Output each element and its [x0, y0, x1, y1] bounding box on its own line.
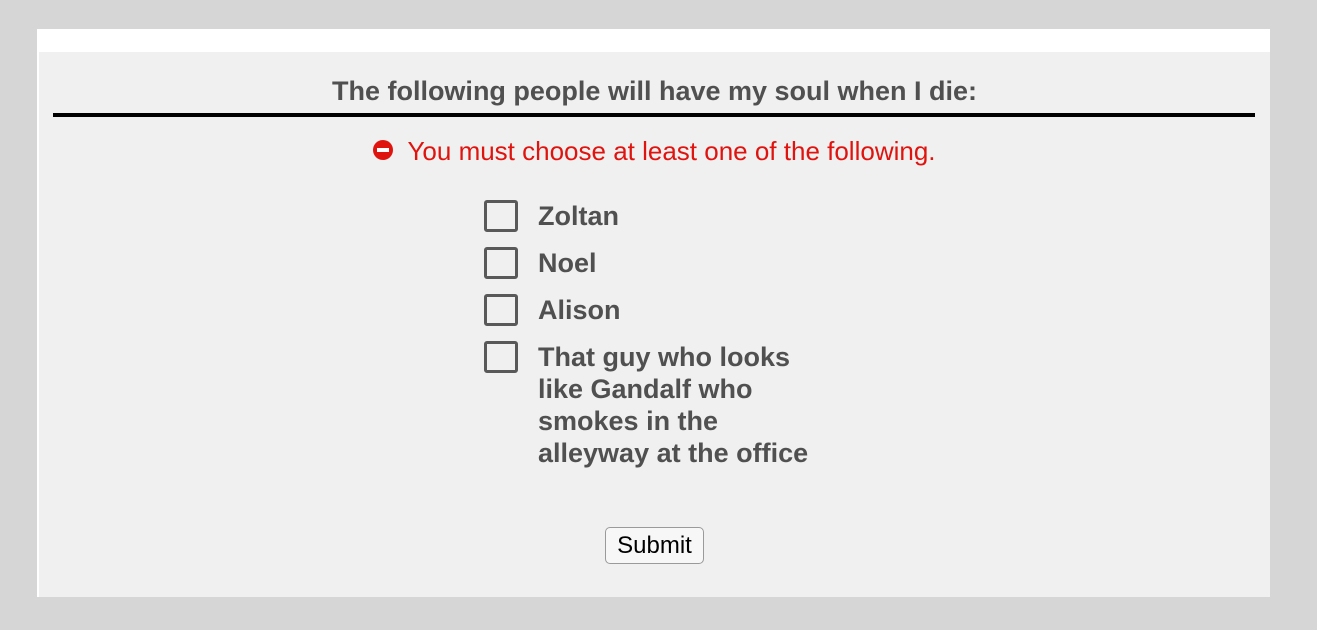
option-label-alison[interactable]: Alison: [538, 294, 828, 326]
submit-button[interactable]: Submit: [605, 527, 704, 564]
option-zoltan: Zoltan: [484, 200, 844, 232]
checkbox-alison[interactable]: [484, 294, 518, 326]
options-list: Zoltan Noel Alison That guy who looks li…: [484, 200, 844, 484]
checkbox-noel[interactable]: [484, 247, 518, 279]
fieldset-legend: The following people will have my soul w…: [331, 76, 978, 106]
option-alison: Alison: [484, 294, 844, 326]
form-card: The following people will have my soul w…: [37, 29, 1270, 597]
fieldset-panel: The following people will have my soul w…: [39, 52, 1270, 597]
option-gandalf-guy: That guy who looks like Gandalf who smok…: [484, 341, 844, 469]
checkbox-gandalf-guy[interactable]: [484, 341, 518, 373]
option-label-gandalf-guy[interactable]: That guy who looks like Gandalf who smok…: [538, 341, 828, 469]
option-label-zoltan[interactable]: Zoltan: [538, 200, 828, 232]
option-noel: Noel: [484, 247, 844, 279]
option-label-noel[interactable]: Noel: [538, 247, 828, 279]
error-circle-icon: [373, 140, 394, 161]
validation-error: You must choose at least one of the foll…: [39, 136, 1270, 167]
legend-divider: [53, 113, 1255, 117]
error-message: You must choose at least one of the foll…: [407, 136, 936, 166]
checkbox-zoltan[interactable]: [484, 200, 518, 232]
